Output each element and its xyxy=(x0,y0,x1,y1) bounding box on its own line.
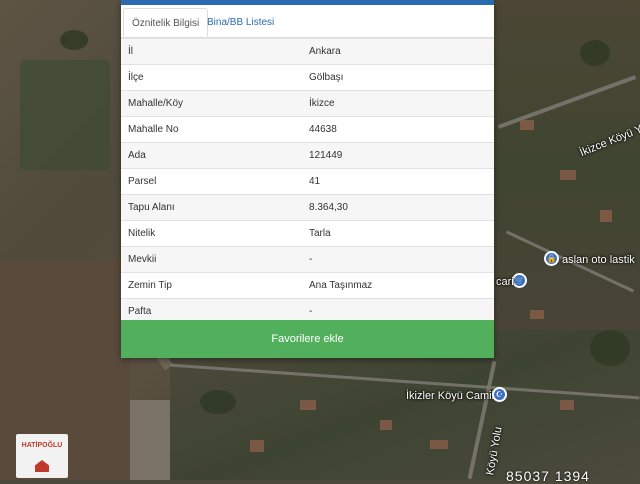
tree-cluster xyxy=(590,330,630,366)
table-row: Zemin Tip Ana Taşınmaz xyxy=(121,272,494,299)
building xyxy=(560,170,576,180)
building xyxy=(250,440,264,452)
shop-label: aslan oto lastik xyxy=(562,254,635,266)
attr-key: Mahalle/Köy xyxy=(121,90,302,117)
place-label: cari xyxy=(496,276,514,288)
tree-cluster xyxy=(60,30,88,50)
company-logo: HATİPOĞLU xyxy=(16,434,68,478)
house-icon xyxy=(35,460,49,472)
building xyxy=(560,400,574,410)
building xyxy=(430,440,448,449)
attr-value: - xyxy=(302,246,494,273)
attr-key: Zemin Tip xyxy=(121,272,302,299)
building xyxy=(380,420,392,430)
tab-attribute-info[interactable]: Öznitelik Bilgisi xyxy=(123,8,209,37)
attr-value: Ankara xyxy=(302,38,494,65)
attribute-table: İl Ankara İlçe Gölbaşı Mahalle/Köy İkizce M… xyxy=(121,38,494,324)
attr-value: Ana Taşınmaz xyxy=(302,272,494,299)
table-row: Mevkii - xyxy=(121,246,494,273)
attr-key: Ada xyxy=(121,142,302,169)
mosque-pin-icon[interactable]: ☪ xyxy=(492,387,507,402)
attr-value: 121449 xyxy=(302,142,494,169)
attr-value: 41 xyxy=(302,168,494,195)
attr-value: Gölbaşı xyxy=(302,64,494,91)
table-row: İl Ankara xyxy=(121,38,494,65)
table-row: Nitelik Tarla xyxy=(121,220,494,247)
cart-pin-icon[interactable]: 🛒 xyxy=(512,273,527,288)
parcel-info-panel: Öznitelik Bilgisi Bina/BB Listesi İl Anka… xyxy=(121,0,494,358)
tree-cluster xyxy=(200,390,236,414)
attr-key: Nitelik xyxy=(121,220,302,247)
building xyxy=(600,210,612,222)
attr-value: 8.364,30 xyxy=(302,194,494,221)
attr-value: 44638 xyxy=(302,116,494,143)
info-tabs: Öznitelik Bilgisi Bina/BB Listesi xyxy=(121,5,494,38)
attr-key: İl xyxy=(121,38,302,65)
table-row: Mahalle No 44638 xyxy=(121,116,494,143)
table-row: Mahalle/Köy İkizce xyxy=(121,90,494,117)
attr-value: İkizce xyxy=(302,90,494,117)
building xyxy=(520,120,534,130)
building xyxy=(530,310,544,319)
table-row: Ada 121449 xyxy=(121,142,494,169)
mosque-label: İkizler Köyü Camii xyxy=(406,390,495,402)
tree-cluster xyxy=(580,40,610,66)
table-row: İlçe Gölbaşı xyxy=(121,64,494,91)
attr-key: İlçe xyxy=(121,64,302,91)
building xyxy=(300,400,316,410)
table-row: Tapu Alanı 8.364,30 xyxy=(121,194,494,221)
orchard-area xyxy=(20,60,110,170)
tab-building-list[interactable]: Bina/BB Listesi xyxy=(199,8,282,37)
add-to-favorites-button[interactable]: Favorilere ekle xyxy=(121,320,494,358)
logo-name: HATİPOĞLU xyxy=(21,442,63,449)
attr-key: Mevkii xyxy=(121,246,302,273)
attr-key: Mahalle No xyxy=(121,116,302,143)
attr-key: Tapu Alanı xyxy=(121,194,302,221)
lock-pin-icon[interactable]: 🔒 xyxy=(544,251,559,266)
attr-value: Tarla xyxy=(302,220,494,247)
attr-key: Parsel xyxy=(121,168,302,195)
phone-number: 85037 1394 xyxy=(506,468,590,484)
table-row: Parsel 41 xyxy=(121,168,494,195)
